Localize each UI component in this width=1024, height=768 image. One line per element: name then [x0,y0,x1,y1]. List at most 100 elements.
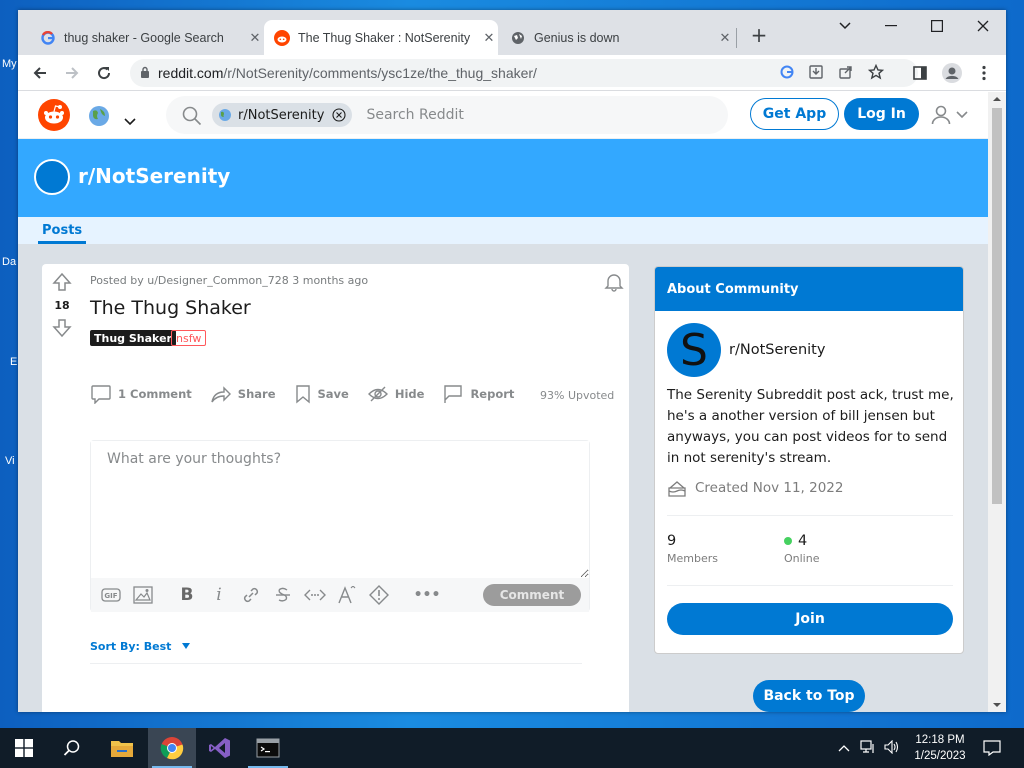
forward-arrow-icon[interactable] [60,61,84,85]
google-icon [40,30,56,46]
reddit-logo-icon[interactable] [38,99,70,135]
back-to-top-button[interactable]: Back to Top [753,680,865,712]
globe-icon [510,30,526,46]
clear-chip-icon[interactable] [332,108,347,122]
scrollbar[interactable] [988,92,1006,712]
post-title[interactable]: The Thug Shaker [90,297,251,319]
url-host: reddit.com [158,65,224,81]
desktop-icon-label[interactable]: E [10,356,17,368]
about-header: About Community [655,267,963,311]
file-explorer-icon[interactable] [98,728,146,768]
hide-button[interactable]: Hide [367,384,424,404]
link-icon[interactable] [235,583,267,607]
search-icon[interactable] [48,728,96,768]
address-bar[interactable]: reddit.com/r/NotSerenity/comments/ysc1ze… [130,59,918,87]
join-button[interactable]: Join [667,603,953,635]
community-name[interactable]: r/NotSerenity [729,342,825,358]
upvote-ratio: 93% Upvoted [540,389,615,402]
comment-submit-button[interactable]: Comment [483,584,581,606]
more-options-icon[interactable]: ••• [411,583,443,607]
google-translate-icon[interactable] [780,65,794,82]
community-avatar[interactable]: S [667,323,721,377]
install-icon[interactable] [808,64,824,83]
reddit-search-bar[interactable]: r/NotSerenity Search Reddit [166,96,728,134]
superscript-icon[interactable] [331,583,363,607]
menu-kebab-icon[interactable] [972,61,996,85]
tab-close-icon[interactable]: ✕ [246,30,264,46]
tab-close-icon[interactable]: ✕ [716,30,734,46]
divider [667,515,953,516]
image-icon[interactable] [127,583,159,607]
save-label: Save [317,387,349,401]
post-flair[interactable]: Thug Shaker [90,330,176,346]
chevron-down-icon[interactable] [124,111,136,130]
comments-label: 1 Comment [118,387,192,401]
network-icon[interactable] [860,739,876,757]
post-meta[interactable]: Posted by u/Designer_Common_728 3 months… [90,274,368,287]
reload-icon[interactable] [92,61,116,85]
tab-title: thug shaker - Google Search [64,30,224,45]
minimize-button[interactable] [868,10,914,42]
gif-icon[interactable]: GIF [95,583,127,607]
notification-bell-icon[interactable] [604,272,624,296]
cake-icon [668,481,686,497]
notifications-icon[interactable] [968,728,1016,768]
tab-search-icon[interactable] [822,10,868,42]
terminal-icon[interactable] [244,728,292,768]
windows-start-icon[interactable] [0,728,48,768]
tab-posts[interactable]: Posts [38,223,87,244]
chrome-taskbar-icon[interactable] [148,728,196,768]
community-filter-chip[interactable]: r/NotSerenity [212,103,353,127]
visual-studio-icon[interactable] [196,728,244,768]
get-app-button[interactable]: Get App [750,98,839,130]
system-tray [838,728,900,768]
downvote-arrow-icon[interactable] [50,318,74,341]
tab-genius[interactable]: Genius is down ✕ [502,20,734,55]
bold-icon[interactable]: B [171,583,203,607]
desktop-icon-label[interactable]: Da [2,256,16,268]
back-arrow-icon[interactable] [28,61,52,85]
post-card: 18 Posted by u/Designer_Common_728 3 mon… [42,264,629,712]
scroll-down-icon [993,703,1001,707]
community-chip-label: r/NotSerenity [238,107,325,123]
close-window-button[interactable] [960,10,1006,42]
profile-icon[interactable] [940,61,964,85]
maximize-button[interactable] [914,10,960,42]
desktop-icon-label[interactable]: My [2,58,17,70]
search-placeholder[interactable]: Search Reddit [366,107,463,123]
save-button[interactable]: Save [294,384,349,404]
volume-icon[interactable] [884,739,900,757]
tab-close-icon[interactable]: ✕ [480,30,498,46]
bookmark-star-icon[interactable] [867,63,885,83]
chevron-up-icon[interactable] [838,741,850,755]
subreddit-icon [34,159,70,195]
user-icon [931,105,951,125]
comments-button[interactable]: 1 Comment [90,384,192,404]
bookmark-icon [295,385,310,404]
log-in-button[interactable]: Log In [844,98,919,130]
sort-by-label: Sort By: Best [90,640,172,653]
spoiler-icon[interactable] [363,583,395,607]
inline-code-icon[interactable] [299,583,331,607]
italic-icon[interactable]: i [203,583,235,607]
tab-google-search[interactable]: thug shaker - Google Search ✕ [32,20,264,55]
user-menu[interactable] [930,104,968,126]
new-tab-button[interactable]: + [748,24,770,46]
online-count: 4 [798,533,808,549]
report-label: Report [470,387,515,401]
browser-toolbar: reddit.com/r/NotSerenity/comments/ysc1ze… [18,55,1006,91]
members-stat: 9 Members [667,533,718,565]
desktop-icon-label[interactable]: Vi [5,455,15,467]
share-icon[interactable] [838,64,854,83]
sort-by-dropdown[interactable]: Sort By: Best [90,640,191,653]
upvote-arrow-icon[interactable] [50,272,74,295]
comment-input[interactable] [91,441,589,578]
side-panel-icon[interactable] [908,61,932,85]
scrollbar-thumb[interactable] [992,108,1002,504]
online-stat: 4 Online [784,533,819,565]
community-globe-icon[interactable] [88,105,110,131]
report-button[interactable]: Report [442,384,514,404]
share-button[interactable]: Share [210,384,276,404]
tab-reddit-post[interactable]: The Thug Shaker : NotSerenity ✕ [264,20,498,55]
strikethrough-icon[interactable] [267,583,299,607]
